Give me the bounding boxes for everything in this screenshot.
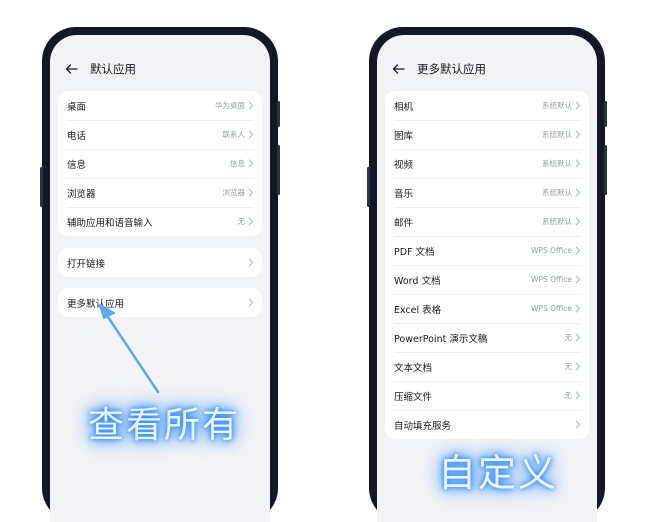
list-item[interactable]: 音乐 系统默认 (385, 178, 589, 207)
list-item[interactable]: 图库 系统默认 (385, 120, 589, 149)
side-button (277, 101, 280, 127)
row-label: 信息 (67, 159, 87, 171)
chevron-right-icon (575, 188, 581, 197)
row-label: 更多默认应用 (67, 298, 125, 310)
list-item[interactable]: 信息 信息 (58, 149, 262, 178)
chevron-right-icon (248, 188, 254, 197)
row-value: 系统默认 (542, 159, 572, 168)
list-item[interactable]: 压缩文件 无 (385, 381, 589, 410)
row-label: 音乐 (394, 188, 414, 200)
list-item[interactable]: 浏览器 浏览器 (58, 178, 262, 207)
list-item[interactable]: Excel 表格 WPS Office (385, 294, 589, 323)
chevron-right-icon (575, 217, 581, 226)
side-button (277, 145, 280, 195)
row-value: WPS Office (531, 246, 572, 255)
row-label: 邮件 (394, 217, 414, 229)
chevron-right-icon (575, 130, 581, 139)
row-label: 图库 (394, 130, 414, 142)
row-value: 系统默认 (542, 188, 572, 197)
list-item[interactable]: 相机 系统默认 (385, 91, 589, 120)
more-default-apps-list: 相机 系统默认 图库 系统默认 视频 系统默认 音乐 系统默认 邮件 系统默认 PDF 文档 WPS … (385, 91, 589, 439)
chevron-right-icon (575, 246, 581, 255)
chevron-right-icon (575, 159, 581, 168)
list-item[interactable]: PDF 文档 WPS Office (385, 236, 589, 265)
row-value: 系统默认 (542, 130, 572, 139)
row-value: WPS Office (531, 304, 572, 313)
list-item[interactable]: 更多默认应用 (58, 288, 262, 317)
chevron-right-icon (248, 298, 254, 307)
side-button (40, 167, 43, 207)
row-label: 自动填充服务 (394, 420, 452, 432)
header: 更多默认应用 (377, 57, 597, 81)
row-value: 无 (564, 333, 573, 342)
row-label: 文本文档 (394, 362, 433, 374)
row-label: 压缩文件 (394, 391, 433, 403)
header: 默认应用 (50, 57, 270, 81)
row-value: 浏览器 (222, 188, 246, 197)
customize-caption: 自定义 (438, 451, 559, 495)
list-item[interactable]: 打开链接 (58, 248, 262, 277)
row-value: 信息 (230, 159, 245, 168)
chevron-right-icon (575, 391, 581, 400)
page-title: 更多默认应用 (417, 62, 486, 76)
row-value: 华为桌面 (215, 101, 245, 110)
row-label: 相机 (394, 101, 414, 113)
row-value: 联系人 (222, 130, 246, 139)
chevron-right-icon (575, 333, 581, 342)
back-button[interactable] (383, 57, 413, 81)
row-label: PowerPoint 演示文稿 (394, 333, 488, 345)
side-button (604, 145, 607, 195)
list-item[interactable]: Word 文档 WPS Office (385, 265, 589, 294)
row-value: 无 (237, 217, 246, 226)
chevron-right-icon (248, 159, 254, 168)
arrow-left-icon (65, 64, 78, 74)
page-title: 默认应用 (90, 62, 136, 76)
row-label: 电话 (67, 130, 87, 142)
list-item[interactable]: 视频 系统默认 (385, 149, 589, 178)
row-value: 无 (564, 362, 573, 371)
row-label: 浏览器 (67, 188, 96, 200)
row-value: 无 (564, 391, 573, 400)
list-item[interactable]: 辅助应用和语音输入 无 (58, 207, 262, 236)
row-label: 桌面 (67, 101, 87, 113)
list-item[interactable]: 桌面 华为桌面 (58, 91, 262, 120)
row-value: 系统默认 (542, 217, 572, 226)
row-label: 打开链接 (67, 258, 106, 270)
chevron-right-icon (575, 420, 581, 429)
chevron-right-icon (575, 362, 581, 371)
arrow-left-icon (392, 64, 405, 74)
default-apps-card: 桌面 华为桌面电话 联系人信息 信息浏览器 浏览器辅助应用和语音输入 无 (58, 91, 262, 236)
list-item[interactable]: PowerPoint 演示文稿 无 (385, 323, 589, 352)
row-label: PDF 文档 (394, 246, 435, 258)
row-label: 视频 (394, 159, 414, 171)
back-button[interactable] (56, 57, 86, 81)
more-default-apps-card: 更多默认应用 (58, 288, 262, 317)
row-value: 系统默认 (542, 101, 572, 110)
list-item[interactable]: 文本文档 无 (385, 352, 589, 381)
view-all-caption: 查看所有 (88, 405, 241, 446)
side-button (367, 167, 370, 207)
row-label: Word 文档 (394, 275, 441, 287)
row-value: WPS Office (531, 275, 572, 284)
list-item[interactable]: 邮件 系统默认 (385, 207, 589, 236)
chevron-right-icon (575, 275, 581, 284)
chevron-right-icon (248, 217, 254, 226)
left-screen: 默认应用 桌面 华为桌面电话 联系人信息 信息浏览器 浏览器辅助应用和语音输入 无 打开链… (50, 35, 270, 522)
side-button (604, 101, 607, 127)
row-label: Excel 表格 (394, 304, 442, 316)
chevron-right-icon (575, 304, 581, 313)
open-links-card: 打开链接 (58, 248, 262, 277)
list-item[interactable]: 电话 联系人 (58, 120, 262, 149)
chevron-right-icon (248, 101, 254, 110)
list-item[interactable]: 自动填充服务 (385, 410, 589, 439)
chevron-right-icon (248, 130, 254, 139)
row-label: 辅助应用和语音输入 (67, 217, 153, 229)
chevron-right-icon (575, 101, 581, 110)
chevron-right-icon (248, 258, 254, 267)
